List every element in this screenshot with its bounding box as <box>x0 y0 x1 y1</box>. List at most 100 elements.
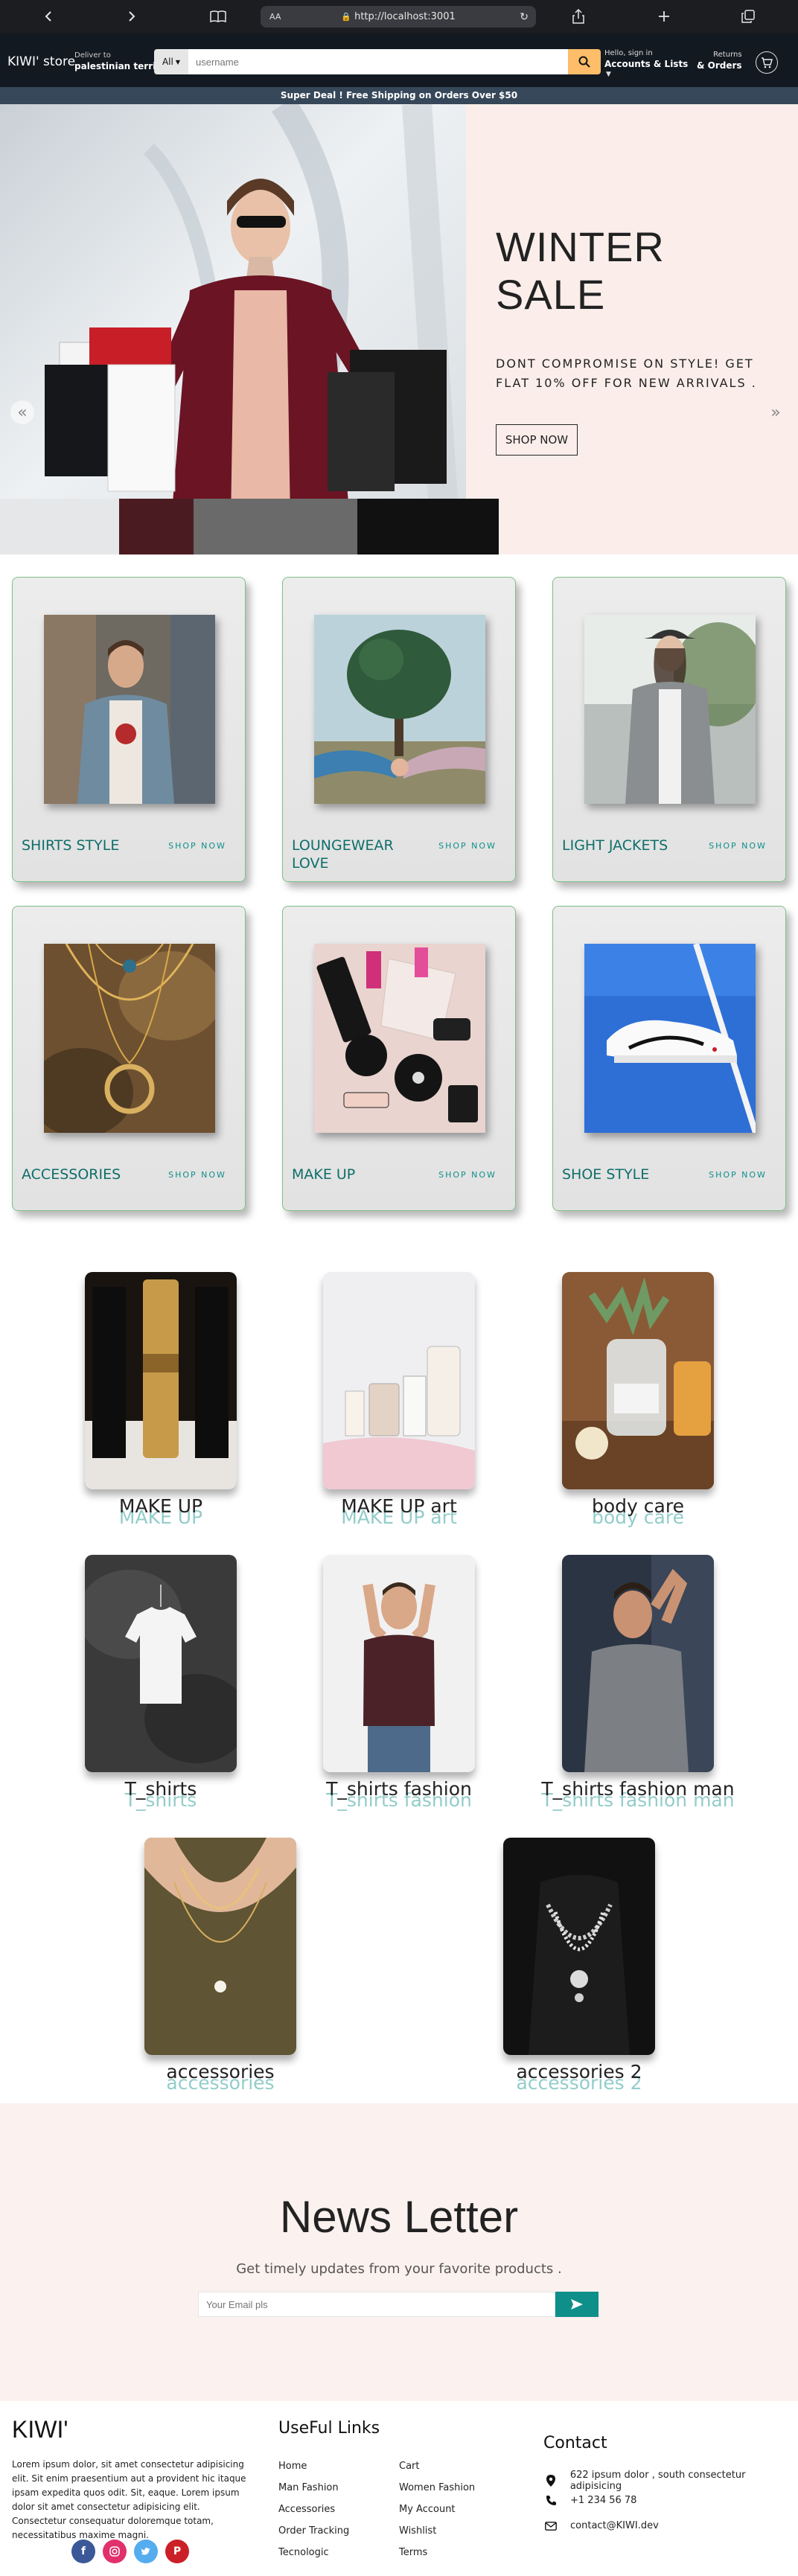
useful-links-title: UseFul Links <box>278 2419 380 2438</box>
site-footer: KIWI' Lorem ipsum dolor, sit amet consec… <box>0 2401 798 2576</box>
search-input[interactable] <box>188 49 568 74</box>
product-title: T_shirts fashion <box>326 1778 472 1800</box>
search-category-select[interactable]: All ▼ <box>154 49 188 74</box>
search-icon <box>578 56 590 68</box>
footer-link-accessories[interactable]: Accessories <box>278 2504 335 2515</box>
caret-down-icon: ▼ <box>175 58 181 65</box>
shop-now-button[interactable]: SHOP NOW <box>496 424 578 456</box>
category-image <box>584 615 756 804</box>
shop-now-link[interactable]: SHOP NOW <box>165 840 230 853</box>
product-title: accessories 2 <box>516 2061 642 2083</box>
footer-logo[interactable]: KIWI' <box>12 2416 68 2444</box>
hero-title: WINTER SALE <box>496 223 665 318</box>
footer-link-home[interactable]: Home <box>278 2461 307 2472</box>
product-image <box>144 1838 296 2055</box>
category-name: SHIRTS STYLE <box>22 837 120 854</box>
footer-link-cart[interactable]: Cart <box>399 2461 420 2472</box>
promo-banner: Super Deal ! Free Shipping on Orders Ove… <box>0 87 798 104</box>
contact-title: Contact <box>543 2434 607 2452</box>
category-name: MAKE UP <box>292 1166 356 1183</box>
search-bar: All ▼ <box>154 49 601 74</box>
chevron-right-icon[interactable] <box>121 6 143 27</box>
category-image <box>44 944 215 1133</box>
shop-now-link[interactable]: SHOP NOW <box>435 840 500 853</box>
phone-icon <box>545 2495 557 2506</box>
returns-orders[interactable]: Returns & Orders <box>697 50 742 71</box>
category-card[interactable]: LOUNGEWEAR LOVE SHOP NOW <box>282 577 516 882</box>
product-image <box>323 1272 475 1489</box>
footer-link-order-tracking[interactable]: Order Tracking <box>278 2525 349 2537</box>
category-name: LOUNGEWEAR LOVE <box>292 837 394 872</box>
product-title: T_shirts <box>124 1778 197 1800</box>
facebook-icon[interactable]: f <box>71 2540 95 2563</box>
category-image <box>584 944 756 1133</box>
category-card[interactable]: MAKE UP SHOP NOW <box>282 906 516 1211</box>
footer-about: Lorem ipsum dolor, sit amet consectetur … <box>12 2459 246 2540</box>
category-card[interactable]: SHOE STYLE SHOP NOW <box>552 906 786 1211</box>
site-logo[interactable]: KIWI' store <box>7 54 75 69</box>
hero-description: DONT COMPROMISE ON STYLE! GET FLAT 10% O… <box>496 357 757 390</box>
product-title: T_shirts fashion man <box>541 1778 735 1800</box>
category-card[interactable]: SHIRTS STYLE SHOP NOW <box>12 577 246 882</box>
contact-phone: +1 234 56 78 <box>545 2495 636 2506</box>
shop-now-link[interactable]: SHOP NOW <box>705 840 770 853</box>
product-image <box>562 1272 714 1489</box>
deliver-to[interactable]: Deliver to palestinian terri... <box>74 51 166 71</box>
footer-link-women-fashion[interactable]: Women Fashion <box>399 2482 475 2493</box>
account-menu[interactable]: Hello, sign in Accounts & Lists ▼ <box>604 48 688 80</box>
tabs-icon[interactable] <box>737 6 759 27</box>
cart-button[interactable] <box>756 51 778 74</box>
chevron-left-icon: « <box>17 403 28 422</box>
chevron-left-icon[interactable] <box>37 6 60 27</box>
url-text: 🔒 http://localhost:3001 <box>341 11 456 22</box>
reload-icon[interactable]: ↻ <box>520 11 529 23</box>
contact-email: contact@KIWI.dev <box>545 2520 659 2531</box>
newsletter-section: News Letter Get timely updates from your… <box>0 2103 798 2401</box>
slider-next-button[interactable]: » <box>764 400 788 424</box>
product-image <box>503 1838 655 2055</box>
footer-link-my-account[interactable]: My Account <box>399 2504 456 2515</box>
subscribe-button[interactable] <box>555 2292 598 2317</box>
product-image <box>85 1272 237 1489</box>
slider-prev-button[interactable]: « <box>10 400 34 424</box>
hero-image <box>0 104 466 554</box>
footer-link-terms[interactable]: Terms <box>399 2547 427 2558</box>
product-title: MAKE UP art <box>341 1495 457 1517</box>
book-icon[interactable] <box>207 6 229 27</box>
map-pin-icon <box>545 2475 557 2487</box>
search-button[interactable] <box>568 49 601 74</box>
browser-toolbar: AA 🔒 http://localhost:3001 ↻ <box>0 0 798 33</box>
instagram-icon[interactable] <box>103 2540 127 2563</box>
category-name: LIGHT JACKETS <box>562 837 668 854</box>
contact-address: 622 ipsum dolor , south consectetur adip… <box>545 2470 798 2492</box>
lock-icon: 🔒 <box>341 12 351 22</box>
footer-link-wishlist[interactable]: Wishlist <box>399 2525 436 2537</box>
product-image <box>85 1555 237 1772</box>
share-icon[interactable] <box>567 6 590 27</box>
cart-icon <box>762 57 773 68</box>
pinterest-icon[interactable]: P <box>165 2540 189 2563</box>
newsletter-subtitle: Get timely updates from your favorite pr… <box>236 2261 562 2277</box>
site-header: KIWI' store Deliver to palestinian terri… <box>0 33 798 87</box>
footer-link-man-fashion[interactable]: Man Fashion <box>278 2482 339 2493</box>
category-card[interactable]: LIGHT JACKETS SHOP NOW <box>552 577 786 882</box>
newsletter-form <box>198 2292 598 2317</box>
footer-link-tecnologic[interactable]: Tecnologic <box>278 2547 329 2558</box>
product-image <box>323 1555 475 1772</box>
twitter-icon[interactable] <box>134 2540 158 2563</box>
product-image <box>562 1555 714 1772</box>
email-input[interactable] <box>198 2292 555 2317</box>
product-title: accessories <box>166 2061 275 2083</box>
category-name: SHOE STYLE <box>562 1166 650 1183</box>
shop-now-link[interactable]: SHOP NOW <box>165 1169 230 1182</box>
shop-now-link[interactable]: SHOP NOW <box>435 1169 500 1182</box>
category-image <box>44 615 215 804</box>
product-title: body care <box>592 1495 684 1517</box>
address-bar[interactable]: AA 🔒 http://localhost:3001 ↻ <box>261 6 536 28</box>
category-name: ACCESSORIES <box>22 1166 121 1183</box>
category-card[interactable]: ACCESSORIES SHOP NOW <box>12 906 246 1211</box>
caret-down-icon: ▼ <box>606 71 611 78</box>
new-tab-icon[interactable] <box>653 6 675 27</box>
shop-now-link[interactable]: SHOP NOW <box>705 1169 770 1182</box>
chevron-right-icon: » <box>770 403 781 422</box>
